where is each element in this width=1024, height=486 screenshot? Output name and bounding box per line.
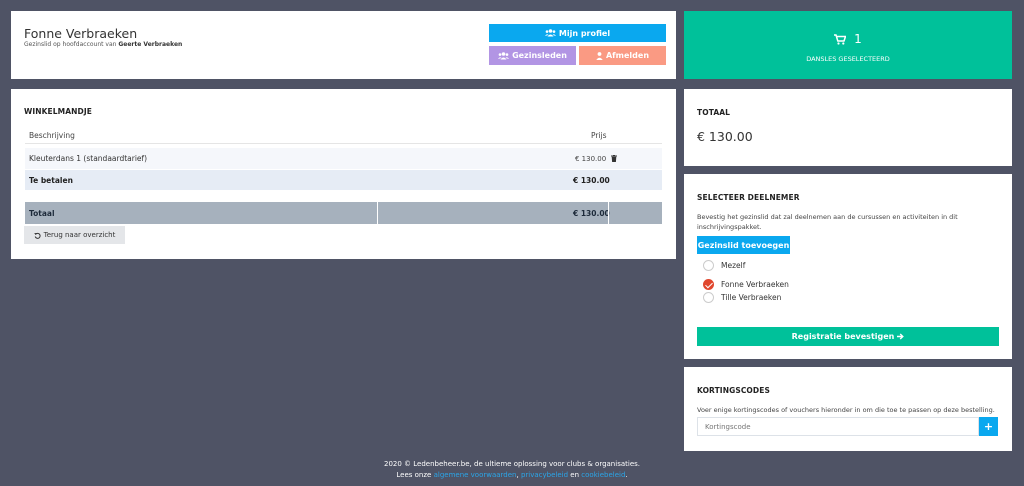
undo-icon bbox=[33, 232, 41, 239]
col-description: Beschrijving bbox=[29, 130, 75, 140]
cart-count: 1 bbox=[854, 32, 862, 46]
item-description: Kleuterdans 1 (standaardtarief) bbox=[29, 154, 148, 163]
total-card-amount: € 130.00 bbox=[697, 129, 753, 144]
cart-summary-card: 1 DANSLES GESELECTEERD bbox=[684, 11, 1012, 79]
back-to-overview-label: Terug naar overzicht bbox=[43, 231, 116, 239]
add-family-member-label: Gezinslid toevoegen bbox=[697, 240, 790, 250]
back-to-overview-button[interactable]: Terug naar overzicht bbox=[24, 226, 125, 244]
footer-separator: en bbox=[570, 471, 580, 479]
participant-title: SELECTEER DEELNEMER bbox=[697, 193, 800, 202]
basket-item-row: Kleuterdans 1 (standaardtarief) € 130.00 bbox=[25, 148, 662, 169]
total-value: € 130.00 bbox=[573, 208, 610, 218]
discount-title: KORTINGSCODES bbox=[697, 386, 770, 395]
participant-card: SELECTEER DEELNEMER Bevestig het gezinsl… bbox=[684, 174, 1012, 359]
cart-count-row: 1 bbox=[684, 32, 1012, 46]
user-icon bbox=[596, 51, 603, 60]
arrow-right-icon bbox=[897, 333, 905, 340]
footer-separator: , bbox=[516, 471, 519, 479]
add-discount-button[interactable]: + bbox=[979, 417, 998, 436]
subtitle-prefix: Gezinslid op hoofdaccount van bbox=[24, 41, 117, 48]
total-row: Totaal € 130.00 bbox=[25, 202, 662, 224]
total-divider bbox=[608, 202, 609, 224]
basket-title: WINKELMANDJE bbox=[24, 107, 92, 116]
user-name: Fonne Verbraeken bbox=[24, 26, 138, 41]
total-label: Totaal bbox=[29, 208, 55, 218]
users-icon bbox=[544, 29, 556, 37]
users-icon bbox=[498, 51, 510, 60]
shopping-cart-icon bbox=[834, 33, 847, 45]
discount-card: KORTINGSCODES Voer enige kortingscodes o… bbox=[684, 367, 1012, 451]
trash-icon[interactable] bbox=[611, 155, 617, 164]
footer-read-prefix: Lees onze bbox=[396, 471, 432, 479]
basket-card: WINKELMANDJE Beschrijving Prijs Kleuterd… bbox=[11, 89, 676, 259]
profile-header-card: Fonne Verbraeken Gezinslid op hoofdaccou… bbox=[11, 11, 676, 79]
logout-button[interactable]: Afmelden bbox=[579, 46, 666, 65]
radio-mezelf[interactable] bbox=[703, 260, 714, 271]
option-label: Tille Verbraeken bbox=[721, 293, 782, 302]
terms-link[interactable]: algemene voorwaarden bbox=[434, 471, 517, 479]
add-family-member-button[interactable]: Gezinslid toevoegen bbox=[697, 236, 790, 254]
family-members-button[interactable]: Gezinsleden bbox=[489, 46, 576, 65]
my-profile-label: Mijn profiel bbox=[558, 28, 611, 38]
option-label: Mezelf bbox=[721, 261, 746, 270]
confirm-registration-label: Registratie bevestigen bbox=[791, 332, 895, 341]
footer: 2020 © Ledenbeheer.be, de ultieme oploss… bbox=[0, 459, 1024, 481]
participant-description: Bevestig het gezinslid dat zal deelnemen… bbox=[697, 213, 958, 231]
footer-copyright: 2020 © Ledenbeheer.be, de ultieme oploss… bbox=[384, 460, 640, 468]
total-card-title: TOTAAL bbox=[697, 108, 731, 117]
to-pay-row: Te betalen € 130.00 bbox=[25, 170, 662, 190]
plus-icon: + bbox=[983, 420, 994, 433]
logout-label: Afmelden bbox=[605, 51, 650, 60]
family-members-label: Gezinsleden bbox=[512, 51, 567, 60]
option-label: Fonne Verbraeken bbox=[721, 280, 789, 289]
footer-links-line: Lees onze algemene voorwaarden, privacyb… bbox=[0, 470, 1024, 481]
total-divider bbox=[377, 202, 378, 224]
confirm-registration-button[interactable]: Registratie bevestigen bbox=[697, 327, 999, 346]
to-pay-value: € 130.00 bbox=[573, 175, 610, 185]
cookie-link[interactable]: cookiebeleid bbox=[581, 471, 625, 479]
discount-description: Voer enige kortingscodes of vouchers hie… bbox=[697, 406, 995, 414]
radio-tille-verbraeken[interactable] bbox=[703, 292, 714, 303]
privacy-link[interactable]: privacybeleid bbox=[521, 471, 568, 479]
to-pay-label: Te betalen bbox=[29, 175, 73, 185]
cart-summary-label: DANSLES GESELECTEERD bbox=[806, 55, 890, 63]
radio-fonne-verbraeken[interactable] bbox=[703, 279, 714, 290]
item-price: € 130.00 bbox=[575, 154, 607, 163]
col-price: Prijs bbox=[591, 130, 607, 140]
total-card: TOTAAL € 130.00 bbox=[684, 89, 1012, 166]
discount-code-input[interactable] bbox=[697, 417, 979, 436]
my-profile-button[interactable]: Mijn profiel bbox=[489, 24, 666, 42]
footer-end: . bbox=[625, 471, 628, 479]
basket-table-header: Beschrijving Prijs bbox=[25, 127, 662, 144]
subtitle-owner: Geerte Verbraeken bbox=[118, 41, 183, 48]
account-subtitle: Gezinslid op hoofdaccount van Geerte Ver… bbox=[24, 41, 182, 48]
